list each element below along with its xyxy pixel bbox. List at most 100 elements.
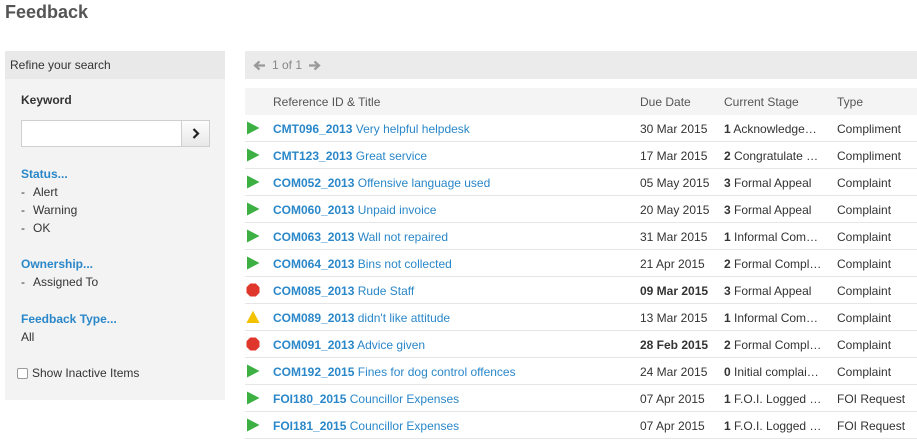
due-date: 21 Apr 2015 bbox=[640, 257, 705, 271]
feedback-table: Reference ID & Title Due Date Current St… bbox=[245, 88, 917, 439]
reference-id: COM192_2015 bbox=[273, 365, 355, 379]
table-row[interactable]: FOI181_2015 Councillor Expenses 07 Apr 20… bbox=[245, 412, 917, 439]
header-due-date[interactable]: Due Date bbox=[640, 95, 691, 109]
current-stage: 3 Formal Appeal bbox=[724, 176, 811, 190]
header-current-stage[interactable]: Current Stage bbox=[724, 95, 799, 109]
stage-number: 1 bbox=[724, 419, 731, 433]
arrow-left-icon bbox=[253, 60, 265, 70]
show-inactive-label[interactable]: Show Inactive Items bbox=[32, 366, 139, 380]
facet-status-ok[interactable]: - OK bbox=[21, 221, 50, 235]
reference-link[interactable]: COM052_2013 Offensive language used bbox=[273, 176, 490, 190]
reference-title: Councillor Expenses bbox=[349, 419, 460, 433]
page-title: Feedback bbox=[5, 2, 89, 22]
due-date: 17 Mar 2015 bbox=[640, 149, 708, 163]
table-row[interactable]: COM192_2015 Fines for dog control offenc… bbox=[245, 358, 917, 385]
table-row[interactable]: COM089_2013 didn't like attitude 13 Mar 2… bbox=[245, 304, 917, 331]
play-triangle-icon bbox=[247, 148, 260, 162]
reference-title: Offensive language used bbox=[357, 176, 491, 190]
stage-name: Informal Com… bbox=[734, 311, 819, 325]
reference-link[interactable]: COM089_2013 didn't like attitude bbox=[273, 311, 450, 325]
current-stage: 1 F.O.I. Logged … bbox=[724, 419, 821, 433]
table-row[interactable]: COM091_2013 Advice given 28 Feb 2015 2 For… bbox=[245, 331, 917, 358]
feedback-type: Complaint bbox=[837, 257, 892, 271]
stage-number: 1 bbox=[724, 230, 731, 244]
table-row[interactable]: COM085_2013 Rude Staff 09 Mar 2015 3 Forma… bbox=[245, 277, 917, 304]
keyword-go-button[interactable] bbox=[181, 121, 209, 146]
reference-id: CMT123_2013 bbox=[273, 149, 353, 163]
feedback-type: Complaint bbox=[837, 284, 892, 298]
due-date: 30 Mar 2015 bbox=[640, 122, 708, 136]
reference-link[interactable]: COM192_2015 Fines for dog control offenc… bbox=[273, 365, 516, 379]
play-triangle-icon bbox=[247, 229, 260, 243]
reference-title: Unpaid invoice bbox=[357, 203, 437, 217]
play-triangle-icon bbox=[247, 202, 260, 216]
facet-status-warning[interactable]: - Warning bbox=[21, 203, 77, 217]
due-date: 28 Feb 2015 bbox=[640, 338, 709, 352]
feedback-type: Compliment bbox=[837, 149, 902, 163]
stage-name: F.O.I. Logged … bbox=[734, 392, 822, 406]
table-row[interactable]: COM063_2013 Wall not repaired 31 Mar 2015… bbox=[245, 223, 917, 250]
show-inactive-checkbox[interactable] bbox=[17, 367, 28, 379]
play-triangle-icon bbox=[247, 364, 260, 378]
reference-link[interactable]: COM064_2013 Bins not collected bbox=[273, 257, 452, 271]
pager-prev-button[interactable] bbox=[253, 60, 266, 71]
header-reference[interactable]: Reference ID & Title bbox=[273, 95, 380, 109]
table-row[interactable]: COM064_2013 Bins not collected 21 Apr 201… bbox=[245, 250, 917, 277]
reference-id: COM063_2013 bbox=[273, 230, 355, 244]
play-triangle-icon bbox=[247, 175, 260, 189]
play-triangle-icon bbox=[247, 121, 260, 135]
pager-text: 1 of 1 bbox=[272, 58, 303, 72]
facet-feedback-type-value: All bbox=[21, 330, 35, 344]
reference-title: Bins not collected bbox=[357, 257, 452, 271]
pager-next-button[interactable] bbox=[308, 60, 321, 71]
current-stage: 2 Formal Compl… bbox=[724, 338, 821, 352]
reference-title: Very helpful helpdesk bbox=[355, 122, 470, 136]
stage-number: 2 bbox=[724, 149, 731, 163]
stage-number: 3 bbox=[724, 203, 731, 217]
reference-link[interactable]: FOI180_2015 Councillor Expenses bbox=[273, 392, 459, 406]
reference-id: COM085_2013 bbox=[273, 284, 355, 298]
current-stage: 1 F.O.I. Logged … bbox=[724, 392, 821, 406]
stage-number: 3 bbox=[724, 284, 731, 298]
current-stage: 1 Acknowledge… bbox=[724, 122, 817, 136]
stage-number: 1 bbox=[724, 311, 731, 325]
reference-link[interactable]: CMT123_2013 Great service bbox=[273, 149, 427, 163]
reference-link[interactable]: COM091_2013 Advice given bbox=[273, 338, 425, 352]
table-row[interactable]: COM060_2013 Unpaid invoice 20 May 2015 3 F… bbox=[245, 196, 917, 223]
reference-id: FOI180_2015 bbox=[273, 392, 347, 406]
stage-name: Formal Compl… bbox=[734, 257, 822, 271]
current-stage: 1 Informal Com… bbox=[724, 311, 818, 325]
table-row[interactable]: FOI180_2015 Councillor Expenses 07 Apr 20… bbox=[245, 385, 917, 412]
stage-name: Initial complai… bbox=[734, 365, 819, 379]
reference-link[interactable]: COM085_2013 Rude Staff bbox=[273, 284, 414, 298]
reference-title: didn't like attitude bbox=[357, 311, 451, 325]
current-stage: 3 Formal Appeal bbox=[724, 203, 811, 217]
header-type[interactable]: Type bbox=[837, 95, 863, 109]
keyword-input[interactable] bbox=[22, 121, 181, 146]
current-stage: 3 Formal Appeal bbox=[724, 284, 811, 298]
stage-number: 1 bbox=[724, 122, 731, 136]
reference-title: Advice given bbox=[357, 338, 426, 352]
reference-link[interactable]: CMT096_2013 Very helpful helpdesk bbox=[273, 122, 470, 136]
facet-ownership-assigned[interactable]: - Assigned To bbox=[21, 275, 98, 289]
facet-status-alert[interactable]: - Alert bbox=[21, 185, 58, 199]
reference-title: Wall not repaired bbox=[357, 230, 448, 244]
play-triangle-icon bbox=[247, 391, 260, 405]
facet-feedback-type-title[interactable]: Feedback Type... bbox=[21, 312, 117, 326]
facet-status-title[interactable]: Status... bbox=[21, 167, 68, 181]
table-row[interactable]: CMT096_2013 Very helpful helpdesk 30 Mar … bbox=[245, 115, 917, 142]
table-row[interactable]: COM052_2013 Offensive language used 05 Ma… bbox=[245, 169, 917, 196]
sidebar: Refine your search Keyword Status... - Al… bbox=[5, 51, 225, 400]
facet-ownership-title[interactable]: Ownership... bbox=[21, 257, 93, 271]
table-row[interactable]: CMT123_2013 Great service 17 Mar 2015 2 Co… bbox=[245, 142, 917, 169]
reference-link[interactable]: COM060_2013 Unpaid invoice bbox=[273, 203, 436, 217]
current-stage: 0 Initial complai… bbox=[724, 365, 819, 379]
reference-link[interactable]: COM063_2013 Wall not repaired bbox=[273, 230, 448, 244]
feedback-type: Complaint bbox=[837, 338, 892, 352]
due-date: 24 Mar 2015 bbox=[640, 365, 708, 379]
due-date: 13 Mar 2015 bbox=[640, 311, 708, 325]
current-stage: 1 Informal Com… bbox=[724, 230, 818, 244]
feedback-type: Complaint bbox=[837, 230, 892, 244]
stage-name: F.O.I. Logged … bbox=[734, 419, 822, 433]
reference-link[interactable]: FOI181_2015 Councillor Expenses bbox=[273, 419, 459, 433]
